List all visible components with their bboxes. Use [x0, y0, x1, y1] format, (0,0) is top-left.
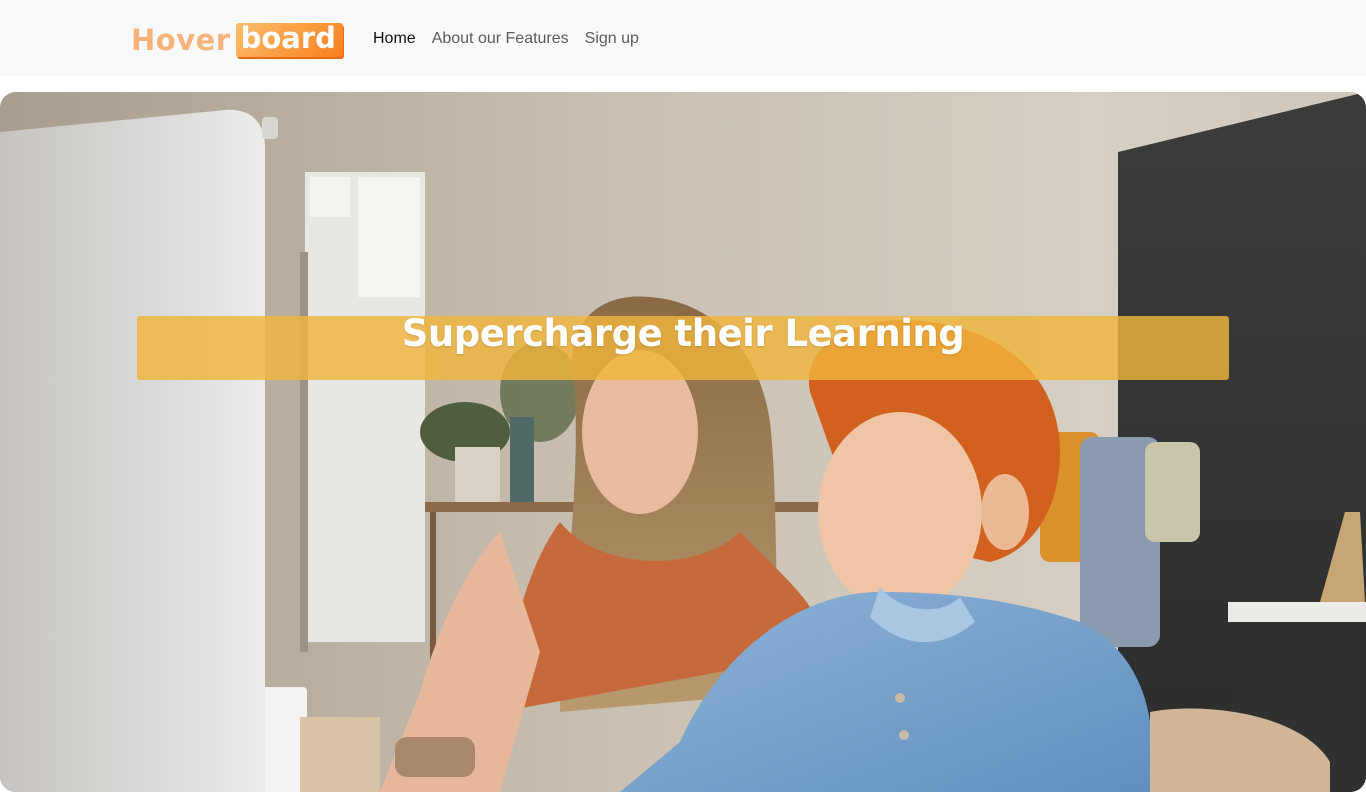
nav-home-link[interactable]: Home: [373, 29, 416, 49]
hero-photo: [0, 92, 1366, 792]
navbar: Hover board Home About our Features Sign…: [0, 0, 1366, 76]
nav-features-link[interactable]: About our Features: [432, 29, 569, 49]
logo-word-hover: Hover: [131, 22, 231, 57]
nav-signup-link[interactable]: Sign up: [585, 29, 639, 49]
logo-word-board: board: [235, 23, 343, 57]
hero-banner: Supercharge their Learning: [137, 312, 1229, 380]
main-nav: Home About our Features Sign up: [373, 29, 639, 49]
brand-logo[interactable]: Hover board: [131, 20, 343, 60]
hero-title: Supercharge their Learning: [401, 312, 965, 356]
hero-section: Supercharge their Learning: [0, 92, 1366, 792]
